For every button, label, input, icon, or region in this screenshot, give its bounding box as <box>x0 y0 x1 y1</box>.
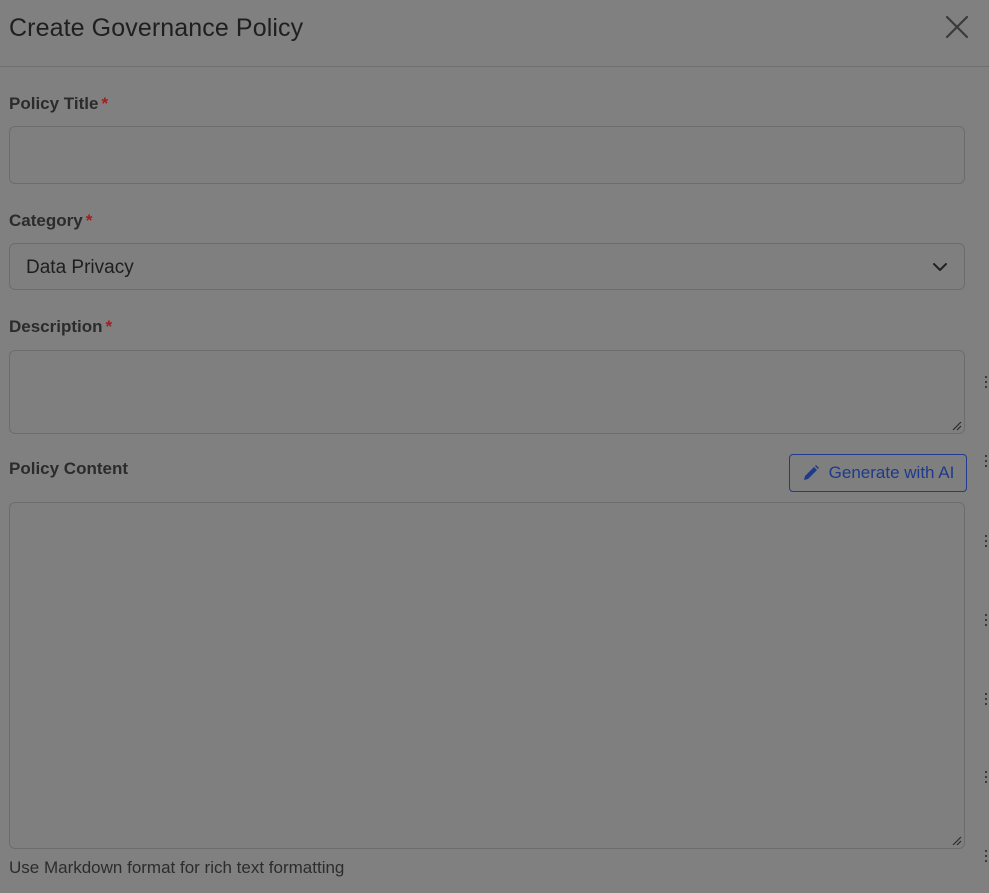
edge-marker <box>985 771 988 786</box>
required-marker: * <box>85 211 93 230</box>
close-icon <box>945 15 969 39</box>
close-button[interactable] <box>942 12 972 42</box>
policy-title-input[interactable] <box>9 126 965 184</box>
edge-marker <box>985 850 988 865</box>
resize-handle-icon[interactable] <box>950 419 962 431</box>
modal-title: Create Governance Policy <box>9 14 304 42</box>
resize-handle-icon[interactable] <box>950 834 962 846</box>
description-textarea[interactable] <box>9 350 965 434</box>
description-label-text: Description <box>9 317 103 336</box>
description-label: Description * <box>9 317 112 337</box>
generate-with-ai-button[interactable]: Generate with AI <box>789 454 967 492</box>
create-policy-modal: Create Governance Policy Policy Title * C… <box>0 0 989 893</box>
edge-marker <box>985 614 988 629</box>
markdown-hint: Use Markdown format for rich text format… <box>9 858 345 877</box>
edge-marker <box>985 376 988 391</box>
pencil-icon <box>803 465 819 480</box>
required-marker: * <box>105 317 113 336</box>
required-marker: * <box>101 94 109 113</box>
category-select[interactable]: Data Privacy <box>9 243 965 290</box>
generate-with-ai-label: Generate with AI <box>828 463 955 482</box>
edge-marker <box>985 455 988 470</box>
chevron-down-icon <box>933 263 947 271</box>
category-label-text: Category <box>9 211 83 230</box>
edge-marker <box>985 535 988 550</box>
category-selected-value: Data Privacy <box>26 257 134 278</box>
policy-content-textarea[interactable] <box>9 502 965 849</box>
policy-content-label: Policy Content <box>9 459 129 478</box>
policy-title-label: Policy Title * <box>9 94 108 114</box>
edge-marker <box>985 693 988 708</box>
policy-title-label-text: Policy Title <box>9 94 99 113</box>
modal-header: Create Governance Policy <box>0 0 989 67</box>
category-label: Category * <box>9 211 92 231</box>
